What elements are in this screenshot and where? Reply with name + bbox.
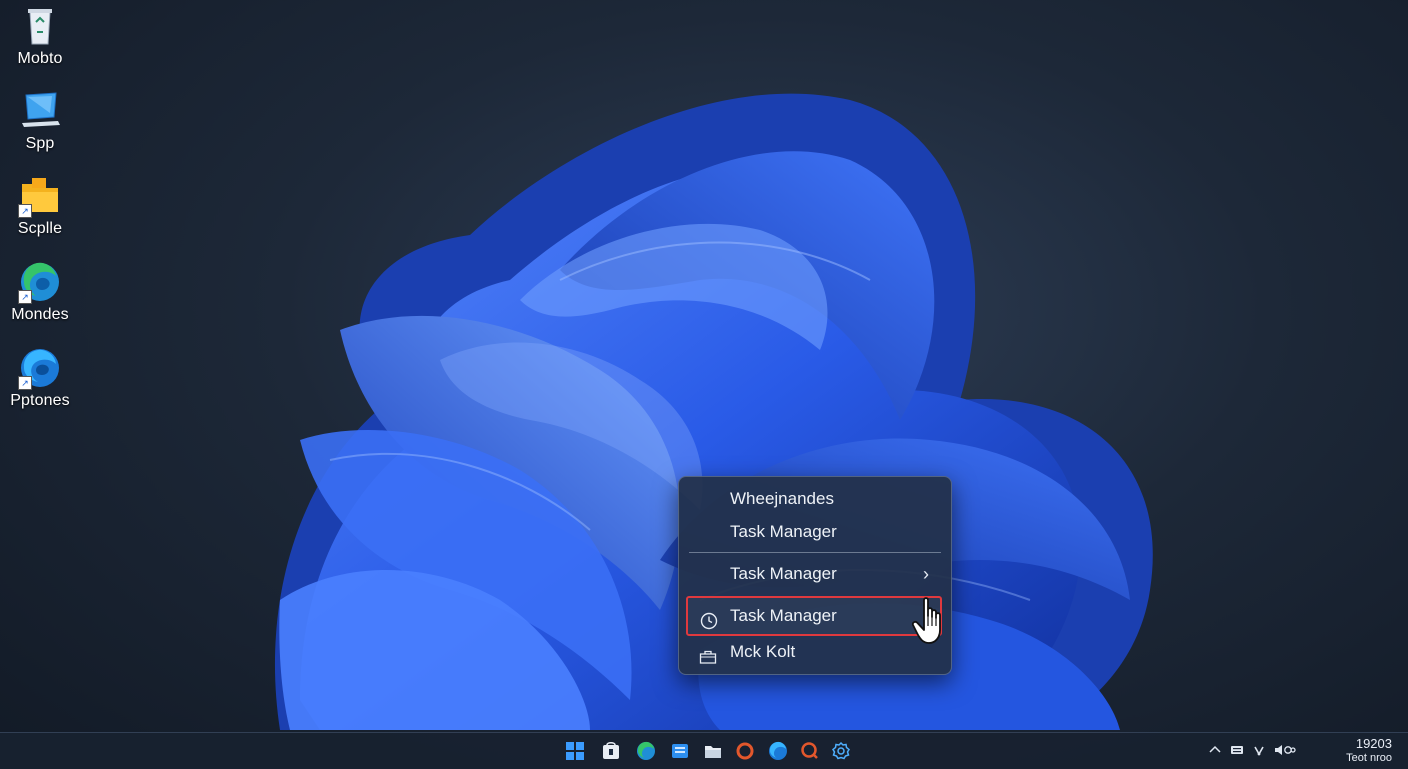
desktop-icon-label: Spp <box>25 135 55 152</box>
menu-item-task-manager-submenu[interactable]: Task Manager › <box>687 558 943 590</box>
edge-icon: ↗ <box>18 346 62 390</box>
desktop-icon-label: Mondes <box>11 306 69 323</box>
desktop-icon-computer[interactable]: Spp <box>0 89 80 153</box>
system-tray <box>1208 743 1318 759</box>
menu-item-mck-kolt[interactable]: Mck Kolt <box>687 636 943 668</box>
search-app-icon[interactable] <box>800 741 820 761</box>
desktop-icon-label: Pptones <box>10 392 70 409</box>
taskbar: 19203 Teot nroo <box>0 732 1408 769</box>
desktop-icon-recycle-bin[interactable]: Mobto <box>0 4 80 68</box>
menu-item-label: Wheejnandes <box>730 489 834 508</box>
menu-item-task-manager[interactable]: Task Manager <box>687 516 943 548</box>
menu-item-wheejnandes[interactable]: Wheejnandes <box>687 483 943 515</box>
volume-icon[interactable] <box>1274 743 1296 757</box>
context-menu: Wheejnandes Task Manager Task Manager › … <box>678 476 952 675</box>
office-icon[interactable] <box>735 741 755 761</box>
start-icon[interactable] <box>565 741 585 761</box>
settings-icon[interactable] <box>831 741 851 761</box>
clock-time: 19203 <box>1355 736 1392 751</box>
briefcase-icon <box>699 644 717 664</box>
keyboard-icon[interactable] <box>1230 743 1244 757</box>
shortcut-arrow-icon: ↗ <box>18 290 32 304</box>
clock-date: Teot nroo <box>1346 752 1392 764</box>
desktop-icon-label: Mobto <box>17 50 63 67</box>
edge-icon[interactable] <box>636 741 656 761</box>
menu-item-task-manager-highlighted[interactable]: Task Manager <box>686 596 942 636</box>
desktop-icon-edge[interactable]: ↗ Pptones <box>0 346 80 410</box>
edge-color-icon: ↗ <box>18 260 62 304</box>
desktop-icon-edge-color[interactable]: ↗ Mondes <box>0 260 80 324</box>
chevron-up-icon[interactable] <box>1208 743 1222 757</box>
wifi-icon[interactable] <box>1252 743 1266 757</box>
menu-item-label: Task Manager <box>730 606 837 625</box>
recycle-bin-icon <box>18 4 62 48</box>
widgets-icon[interactable] <box>670 741 690 761</box>
taskbar-clock[interactable]: 19203 Teot nroo <box>1322 737 1392 765</box>
menu-item-label: Task Manager <box>730 522 837 541</box>
desktop-icon-label: Scplle <box>17 220 63 237</box>
chevron-right-icon: › <box>923 564 929 584</box>
store-icon[interactable] <box>601 741 621 761</box>
hand-cursor-icon <box>911 596 952 646</box>
menu-item-label: Mck Kolt <box>730 642 796 661</box>
computer-icon <box>18 89 62 133</box>
clock-icon <box>700 607 718 630</box>
menu-item-label: Task Manager <box>730 564 837 583</box>
shortcut-arrow-icon: ↗ <box>18 204 32 218</box>
menu-separator <box>689 552 941 553</box>
folder-icon: ↗ <box>18 174 62 218</box>
edge-icon[interactable] <box>768 741 788 761</box>
file-explorer-icon[interactable] <box>703 741 723 761</box>
desktop-icon-folder[interactable]: ↗ Scplle <box>0 174 80 238</box>
shortcut-arrow-icon: ↗ <box>18 376 32 390</box>
